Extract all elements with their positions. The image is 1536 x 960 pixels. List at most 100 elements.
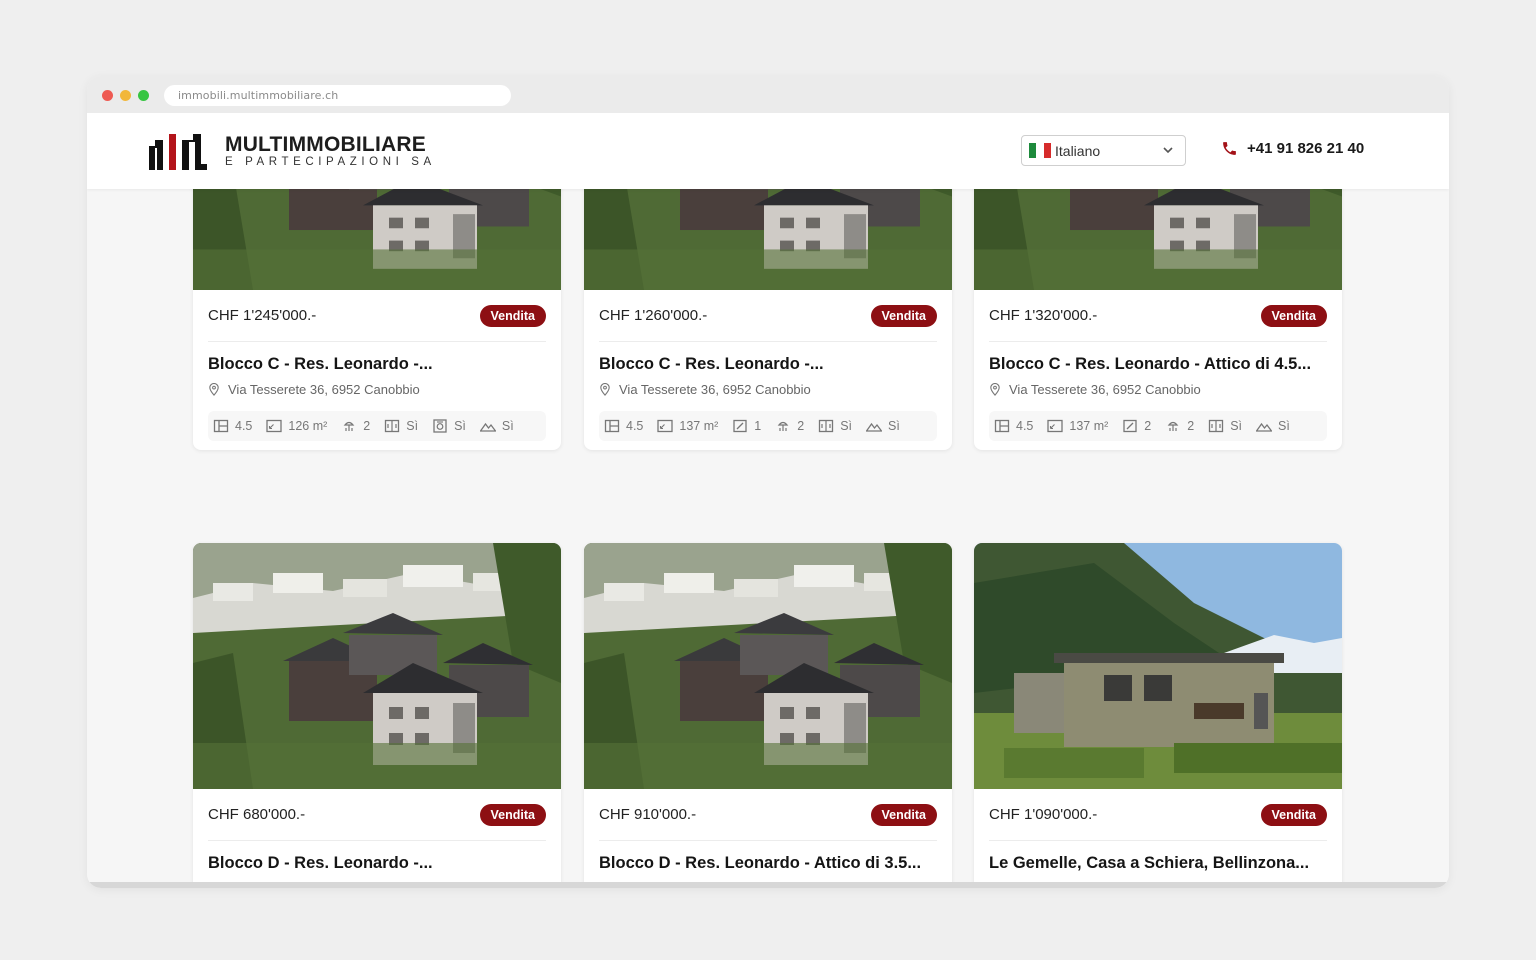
listing-title[interactable]: Blocco C - Res. Leonardo - Attico di 4.5… (989, 355, 1327, 374)
address-text: Via Tesserete 36, 6952 Canobbio (1009, 382, 1201, 397)
listing-title[interactable]: Blocco D - Res. Leonardo -... (208, 854, 546, 873)
location-pin-icon (209, 383, 219, 396)
feature-garden: Sì (432, 419, 466, 433)
language-label: Italiano (1055, 142, 1101, 159)
feature-value: Sì (501, 419, 514, 433)
feature-rooms: 4.5 (994, 419, 1033, 433)
listing-card[interactable]: CHF 680'000.- Vendita Blocco D - Res. Le… (193, 543, 561, 888)
feature-value: 137 m² (679, 419, 719, 433)
feature-area: 126 m² (266, 419, 327, 433)
status-badge: Vendita (870, 803, 937, 826)
listing-image[interactable] (974, 543, 1342, 789)
feature-balcony: Sì (1208, 419, 1242, 433)
house-photo (974, 543, 1342, 789)
area-icon (266, 419, 283, 433)
balcony-icon (1209, 419, 1224, 433)
area-icon (1047, 419, 1064, 433)
feature-value: 2 (363, 419, 371, 433)
listing-address: Via Tesserete 36, 6952 Canobbio (599, 382, 937, 397)
feature-value: 4.5 (235, 419, 253, 433)
address-text: Via Tesserete 36, 6952 Canobbio (619, 382, 811, 397)
listing-address: Via Tesserete 36, 6952 Canobbio (208, 382, 546, 397)
listing-price: CHF 1'320'000.- (989, 307, 1098, 324)
feature-value: Sì (406, 419, 419, 433)
location-pin-icon (990, 383, 1000, 396)
feature-value: 2 (1144, 419, 1152, 433)
balcony-icon (385, 419, 400, 433)
feature-value: Sì (888, 419, 900, 433)
bedroom-icon (1123, 419, 1137, 433)
listing-image[interactable] (584, 543, 952, 789)
italy-flag-icon (1029, 143, 1051, 158)
listing-card[interactable]: CHF 910'000.- Vendita Blocco D - Res. Le… (584, 543, 952, 888)
feature-view: Sì (1256, 419, 1290, 433)
language-select[interactable]: Italiano (1021, 135, 1186, 166)
listing-price: CHF 1'260'000.- (599, 307, 708, 324)
logo-subtitle: E PARTECIPAZIONI SA (225, 156, 436, 168)
feature-area: 137 m² (1047, 419, 1108, 433)
balcony-icon (819, 419, 834, 433)
status-badge: Vendita (1260, 304, 1327, 327)
listing-card[interactable]: CHF 1'090'000.- Vendita Le Gemelle, Casa… (974, 543, 1342, 888)
listing-title[interactable]: Blocco D - Res. Leonardo - Attico di 3.5… (599, 854, 937, 873)
address-bar[interactable]: immobili.multimmobiliare.ch (164, 85, 511, 106)
feature-value: 126 m² (288, 419, 328, 433)
website: MULTIMMOBILIARE E PARTECIPAZIONI SA Ital… (87, 113, 1449, 888)
feature-value: Sì (1278, 419, 1290, 433)
feature-bathroom: 2 (1165, 419, 1194, 433)
feature-rooms: 4.5 (604, 419, 643, 433)
listing-features: 4.5 126 m² 2 Sì Sì Sì (208, 411, 546, 441)
bathroom-icon (777, 421, 789, 431)
listing-price: CHF 680'000.- (208, 806, 306, 823)
logo-mark-icon (149, 134, 207, 170)
site-logo[interactable]: MULTIMMOBILIARE E PARTECIPAZIONI SA (147, 130, 436, 172)
listing-price: CHF 910'000.- (599, 806, 697, 823)
bathroom-icon (343, 421, 355, 431)
page-bottom-edge (87, 882, 1449, 888)
feature-bedroom: 2 (1122, 419, 1151, 433)
feature-value: Sì (840, 419, 853, 433)
listing-image[interactable] (193, 543, 561, 789)
browser-window: immobili.multimmobiliare.ch MULTIMMOBILI… (87, 76, 1449, 888)
feature-value: 2 (1187, 419, 1195, 433)
listing-title[interactable]: Le Gemelle, Casa a Schiera, Bellinzona..… (989, 854, 1327, 873)
logo-title: MULTIMMOBILIARE (225, 133, 426, 156)
listing-price: CHF 1'090'000.- (989, 806, 1098, 823)
feature-balcony: Sì (384, 419, 418, 433)
feature-bathroom: 2 (775, 419, 804, 433)
residence-render (584, 543, 952, 789)
minimize-window-button[interactable] (120, 90, 131, 101)
close-window-button[interactable] (102, 90, 113, 101)
listing-title[interactable]: Blocco C - Res. Leonardo -... (208, 355, 546, 374)
feature-value: 4.5 (626, 419, 644, 433)
listing-features: 4.5 137 m² 1 2 Sì Sì (599, 411, 937, 441)
view-icon (866, 422, 883, 432)
site-header: MULTIMMOBILIARE E PARTECIPAZIONI SA Ital… (87, 113, 1449, 189)
listing-title[interactable]: Blocco C - Res. Leonardo -... (599, 355, 937, 374)
bedroom-icon (733, 419, 747, 433)
feature-value: 2 (797, 419, 805, 433)
view-icon (1256, 422, 1273, 432)
chevron-down-icon (1163, 147, 1173, 154)
garden-icon (433, 419, 447, 433)
phone-icon (1223, 142, 1236, 155)
browser-toolbar: immobili.multimmobiliare.ch (87, 76, 1449, 113)
status-badge: Vendita (479, 304, 546, 327)
feature-value: 4.5 (1016, 419, 1034, 433)
bathroom-icon (1167, 421, 1179, 431)
rooms-icon (994, 419, 1010, 433)
area-icon (657, 419, 674, 433)
feature-balcony: Sì (818, 419, 852, 433)
phone-link[interactable]: +41 91 826 21 40 (1221, 140, 1364, 157)
view-icon (479, 422, 496, 432)
rooms-icon (213, 419, 229, 433)
feature-value: 137 m² (1069, 419, 1109, 433)
feature-bathroom: 2 (341, 419, 370, 433)
status-badge: Vendita (870, 304, 937, 327)
feature-bedroom: 1 (732, 419, 761, 433)
location-pin-icon (600, 383, 610, 396)
feature-view: Sì (866, 419, 900, 433)
address-text: Via Tesserete 36, 6952 Canobbio (228, 382, 420, 397)
maximize-window-button[interactable] (138, 90, 149, 101)
phone-number: +41 91 826 21 40 (1247, 140, 1365, 157)
